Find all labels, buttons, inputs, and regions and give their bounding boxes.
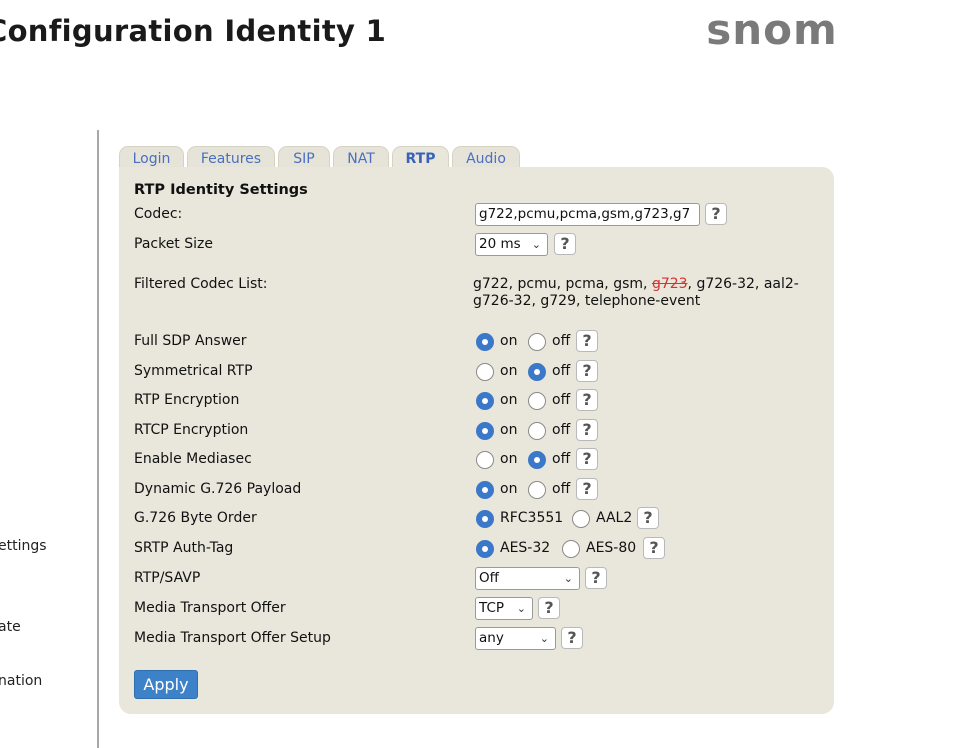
- section-heading: RTP Identity Settings: [134, 182, 308, 198]
- symmetrical-rtp-off-radio[interactable]: [528, 363, 546, 381]
- codec-list-text: g722, pcmu, pcma, gsm,: [473, 276, 652, 292]
- dynamic-g726-off-radio[interactable]: [528, 481, 546, 499]
- dynamic-g726-on-radio[interactable]: [476, 481, 494, 499]
- enable-mediasec-off-label: off: [552, 451, 571, 467]
- byte-order-rfc3551-radio[interactable]: [476, 510, 494, 528]
- srtp-auth-aes80-radio[interactable]: [562, 540, 580, 558]
- rtp-encryption-on-label: on: [500, 392, 518, 408]
- codec-list-text: g726-32, g729, telephone-event: [473, 293, 701, 309]
- rtcp-encryption-on-radio[interactable]: [476, 422, 494, 440]
- byte-order-aal2-label: AAL2: [596, 510, 633, 526]
- dynamic-g726-help-button[interactable]: ?: [576, 478, 598, 500]
- dynamic-g726-on-label: on: [500, 481, 518, 497]
- symmetrical-rtp-on-label: on: [500, 363, 518, 379]
- chevron-down-icon: ⌄: [516, 602, 526, 615]
- sidebar-divider: [97, 130, 99, 748]
- byte-order-aal2-radio[interactable]: [572, 510, 590, 528]
- enable-mediasec-help-button[interactable]: ?: [576, 448, 598, 470]
- packet-size-select[interactable]: 20 ms ⌄: [475, 233, 548, 256]
- sidebar-item-update[interactable]: ate: [0, 619, 21, 635]
- media-offer-setup-value: any: [479, 630, 504, 646]
- byte-order-help-button[interactable]: ?: [637, 507, 659, 529]
- chevron-down-icon: ⌄: [563, 572, 573, 585]
- codec-list-text: , g726-32, aal2-: [687, 276, 799, 292]
- dynamic-g726-off-label: off: [552, 481, 571, 497]
- chevron-down-icon: ⌄: [531, 238, 541, 251]
- rtp-encryption-help-button[interactable]: ?: [576, 389, 598, 411]
- srtp-auth-aes80-label: AES-80: [586, 540, 637, 556]
- rtcp-encryption-help-button[interactable]: ?: [576, 419, 598, 441]
- dynamic-g726-label: Dynamic G.726 Payload: [134, 481, 302, 497]
- srtp-auth-label: SRTP Auth-Tag: [134, 540, 234, 556]
- symmetrical-rtp-off-label: off: [552, 363, 571, 379]
- snom-logo: snom: [706, 10, 838, 52]
- codec-struck: g723: [651, 276, 688, 292]
- full-sdp-on-radio[interactable]: [476, 333, 494, 351]
- codec-label: Codec:: [134, 206, 183, 222]
- symmetrical-rtp-label: Symmetrical RTP: [134, 363, 253, 379]
- sidebar-item-information[interactable]: nation: [0, 673, 42, 689]
- srtp-auth-aes32-radio[interactable]: [476, 540, 494, 558]
- symmetrical-rtp-on-radio[interactable]: [476, 363, 494, 381]
- rtp-savp-value: Off: [479, 570, 499, 586]
- packet-size-value: 20 ms: [479, 236, 521, 252]
- svg-text:snom: snom: [706, 10, 838, 52]
- media-offer-setup-select[interactable]: any ⌄: [475, 627, 556, 650]
- enable-mediasec-off-radio[interactable]: [528, 451, 546, 469]
- srtp-auth-aes32-label: AES-32: [500, 540, 551, 556]
- rtp-savp-help-button[interactable]: ?: [585, 567, 607, 589]
- codec-help-button[interactable]: ?: [705, 203, 727, 225]
- media-offer-setup-help-button[interactable]: ?: [561, 627, 583, 649]
- filtered-codec-list: g722, pcmu, pcma, gsm, g723, g726-32, aa…: [473, 276, 799, 310]
- media-offer-label: Media Transport Offer: [134, 600, 286, 616]
- filtered-codec-label: Filtered Codec List:: [134, 276, 268, 292]
- media-offer-setup-label: Media Transport Offer Setup: [134, 630, 331, 646]
- full-sdp-help-button[interactable]: ?: [576, 330, 598, 352]
- byte-order-label: G.726 Byte Order: [134, 510, 257, 526]
- rtp-savp-label: RTP/SAVP: [134, 570, 201, 586]
- rtp-encryption-on-radio[interactable]: [476, 392, 494, 410]
- media-offer-select[interactable]: TCP ⌄: [475, 597, 533, 620]
- codec-input[interactable]: g722,pcmu,pcma,gsm,g723,g7: [475, 203, 700, 226]
- rtcp-encryption-on-label: on: [500, 422, 518, 438]
- rtp-savp-select[interactable]: Off ⌄: [475, 567, 580, 590]
- apply-button[interactable]: Apply: [134, 670, 198, 699]
- rtp-encryption-label: RTP Encryption: [134, 392, 240, 408]
- enable-mediasec-on-radio[interactable]: [476, 451, 494, 469]
- enable-mediasec-label: Enable Mediasec: [134, 451, 252, 467]
- byte-order-rfc3551-label: RFC3551: [500, 510, 564, 526]
- packet-size-help-button[interactable]: ?: [554, 233, 576, 255]
- media-offer-value: TCP: [479, 600, 505, 616]
- sidebar-item-settings[interactable]: ettings: [0, 538, 47, 554]
- media-offer-help-button[interactable]: ?: [538, 597, 560, 619]
- full-sdp-label: Full SDP Answer: [134, 333, 247, 349]
- rtp-encryption-off-radio[interactable]: [528, 392, 546, 410]
- chevron-down-icon: ⌄: [539, 632, 549, 645]
- rtp-encryption-off-label: off: [552, 392, 571, 408]
- rtcp-encryption-off-label: off: [552, 422, 571, 438]
- symmetrical-rtp-help-button[interactable]: ?: [576, 360, 598, 382]
- srtp-auth-help-button[interactable]: ?: [643, 537, 665, 559]
- page-title: Configuration Identity 1: [0, 14, 387, 48]
- full-sdp-off-radio[interactable]: [528, 333, 546, 351]
- enable-mediasec-on-label: on: [500, 451, 518, 467]
- rtcp-encryption-off-radio[interactable]: [528, 422, 546, 440]
- packet-size-label: Packet Size: [134, 236, 213, 252]
- rtcp-encryption-label: RTCP Encryption: [134, 422, 249, 438]
- full-sdp-off-label: off: [552, 333, 571, 349]
- full-sdp-on-label: on: [500, 333, 518, 349]
